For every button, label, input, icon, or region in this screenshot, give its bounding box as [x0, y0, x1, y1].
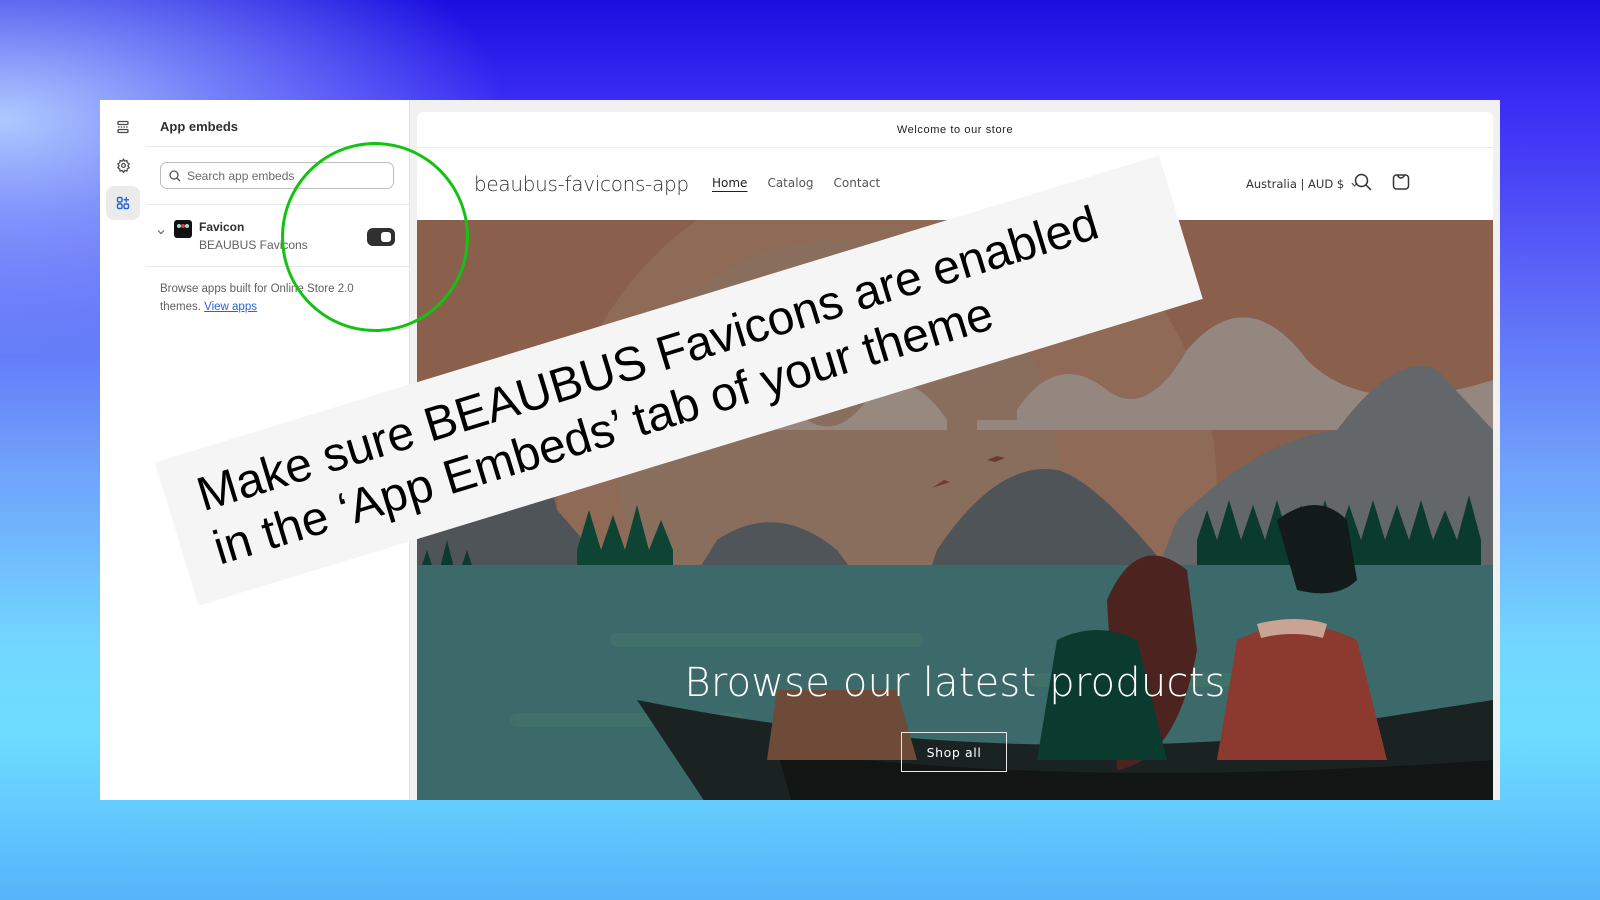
nav-contact[interactable]: Contact	[834, 176, 881, 190]
search-app-embeds-field[interactable]	[160, 162, 394, 189]
app-embeds-icon	[116, 196, 130, 210]
main-nav: Home Catalog Contact	[712, 176, 880, 190]
locale-selector[interactable]: Australia | AUD $	[1246, 177, 1359, 191]
embed-name: Favicon	[199, 220, 245, 234]
nav-home[interactable]: Home	[712, 176, 747, 190]
store-logo[interactable]: beaubus-favicons-app	[474, 172, 689, 196]
announcement-bar: Welcome to our store	[417, 112, 1493, 148]
divider	[146, 266, 409, 267]
cart-icon[interactable]	[1391, 172, 1411, 192]
nav-catalog[interactable]: Catalog	[767, 176, 813, 190]
sections-icon	[117, 120, 129, 134]
browse-apps-text: Browse apps built for Online Store 2.0 t…	[160, 280, 385, 316]
app-embed-item: Favicon BEAUBUS Favicons	[146, 210, 409, 260]
divider	[146, 204, 409, 205]
favicon-app-icon	[174, 220, 192, 238]
search-app-embeds-input[interactable]	[187, 168, 377, 183]
shop-all-button[interactable]: Shop all	[901, 732, 1007, 772]
editor-icon-rail	[100, 100, 147, 800]
panel-title: App embeds	[160, 119, 239, 134]
divider	[146, 146, 409, 147]
store-header: beaubus-favicons-app Home Catalog Contac…	[417, 148, 1493, 220]
embed-enabled-toggle[interactable]	[367, 228, 395, 246]
locale-label: Australia | AUD $	[1246, 177, 1345, 191]
embed-app-name: BEAUBUS Favicons	[199, 238, 308, 252]
search-icon[interactable]	[1353, 172, 1373, 192]
gear-icon	[116, 157, 130, 173]
chevron-down-icon[interactable]	[156, 227, 166, 237]
rail-item-app-embeds[interactable]	[106, 186, 140, 220]
hero-title: Browse our latest products	[684, 660, 1226, 706]
view-apps-link[interactable]: View apps	[204, 301, 257, 313]
rail-item-sections[interactable]	[106, 110, 140, 144]
search-icon	[169, 169, 181, 181]
rail-item-theme-settings[interactable]	[106, 148, 140, 182]
